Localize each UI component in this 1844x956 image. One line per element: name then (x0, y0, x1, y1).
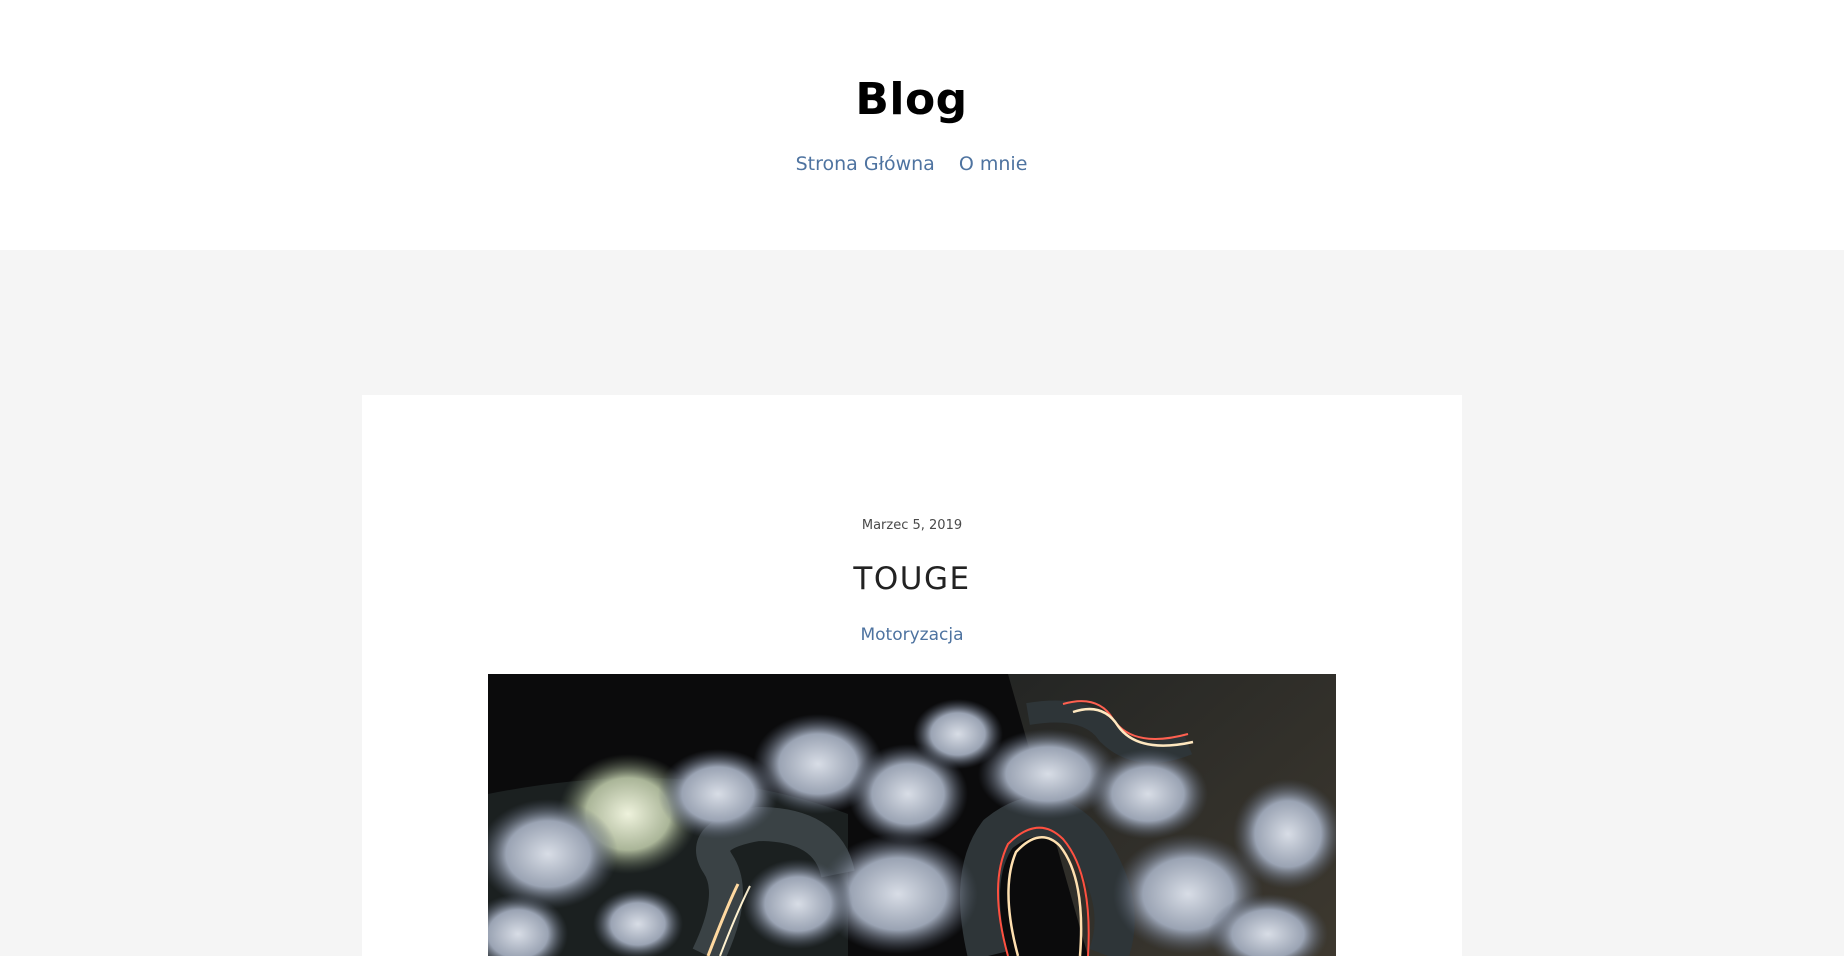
nav-item-about[interactable]: O mnie (959, 153, 1028, 175)
post-title[interactable]: TOUGE (362, 558, 1462, 600)
post-category: Motoryzacja (362, 623, 1462, 647)
site-header: Blog Strona Główna O mnie (0, 0, 1844, 250)
nav-item-home[interactable]: Strona Główna (796, 153, 935, 175)
post-date: Marzec 5, 2019 (861, 518, 963, 533)
main-nav: Strona Główna O mnie (0, 151, 1823, 177)
post-featured-image[interactable] (488, 674, 1336, 956)
site-title[interactable]: Blog (0, 72, 1823, 128)
post-card: Marzec 5, 2019 TOUGE Motoryzacja (362, 395, 1462, 956)
night-road-photo (488, 674, 1336, 956)
category-link[interactable]: Motoryzacja (860, 625, 963, 645)
